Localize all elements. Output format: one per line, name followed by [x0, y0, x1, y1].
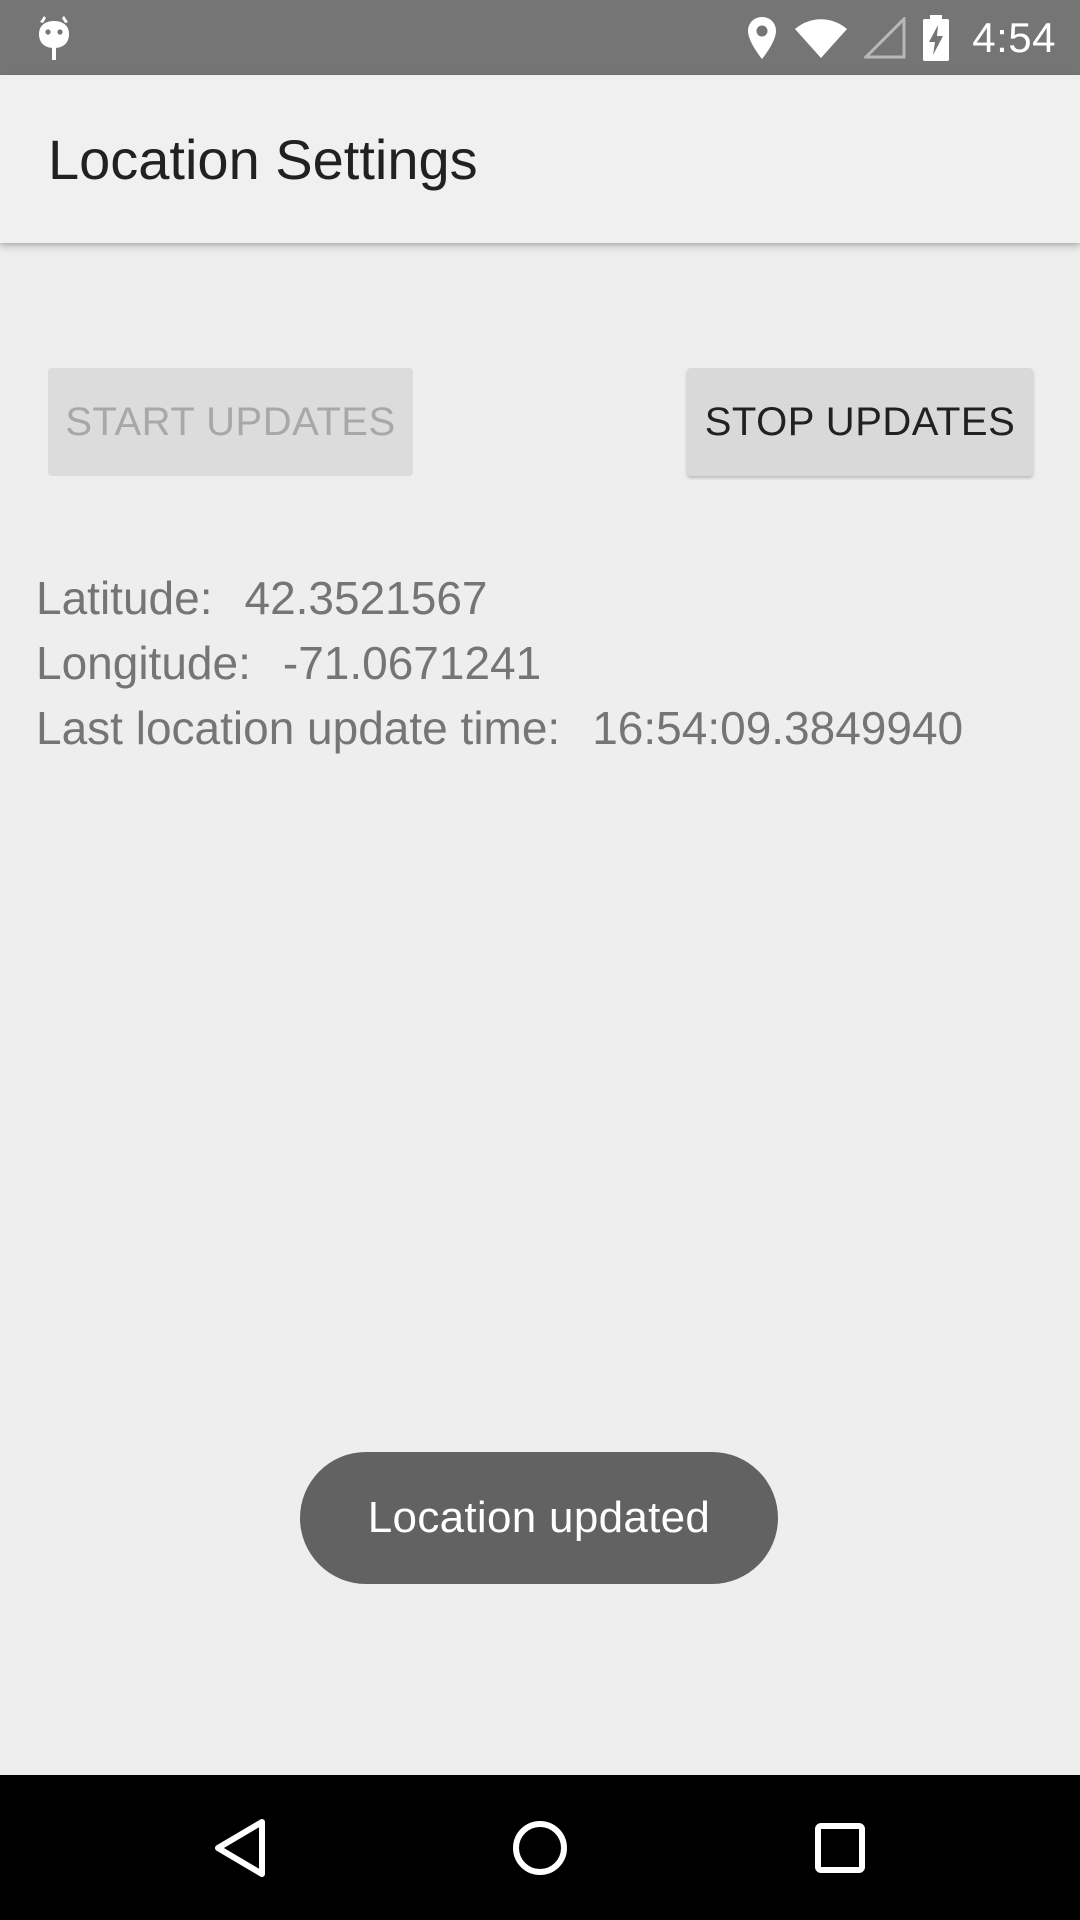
battery-charging-icon [922, 14, 950, 62]
navigation-bar [0, 1775, 1080, 1920]
update-time-label: Last location update time: [36, 702, 561, 754]
status-time: 4:54 [972, 13, 1056, 61]
recents-button[interactable] [790, 1803, 890, 1893]
longitude-row: Longitude: -71.0671241 [36, 631, 963, 696]
location-info: Latitude: 42.3521567 Longitude: -71.067124… [36, 566, 963, 761]
back-button[interactable] [190, 1803, 290, 1893]
recents-icon [815, 1823, 865, 1873]
back-icon [215, 1819, 265, 1877]
update-time-value: 16:54:09.3849940 [592, 702, 964, 754]
wifi-icon [794, 14, 848, 62]
home-icon [513, 1821, 567, 1875]
latitude-value: 42.3521567 [244, 572, 488, 624]
page-title: Location Settings [48, 128, 478, 191]
start-updates-button[interactable]: START UPDATES [48, 368, 413, 476]
app-bar: Location Settings [0, 75, 1080, 243]
android-debug-icon [36, 14, 72, 62]
latitude-label: Latitude: [36, 572, 213, 624]
latitude-row: Latitude: 42.3521567 [36, 566, 963, 631]
cell-signal-icon [864, 14, 906, 62]
stop-updates-button[interactable]: STOP UPDATES [687, 368, 1033, 476]
status-icons: 4:54 [730, 0, 1056, 75]
home-button[interactable] [490, 1803, 590, 1893]
longitude-label: Longitude: [36, 637, 251, 689]
update-time-row: Last location update time: 16:54:09.38499… [36, 696, 963, 761]
location-pin-icon [746, 14, 778, 62]
toast-message: Location updated [300, 1452, 778, 1584]
status-bar: 4:54 [0, 0, 1080, 75]
screen: 4:54 Location Settings START UPDATES STO… [0, 0, 1080, 1920]
longitude-value: -71.0671241 [282, 637, 542, 689]
